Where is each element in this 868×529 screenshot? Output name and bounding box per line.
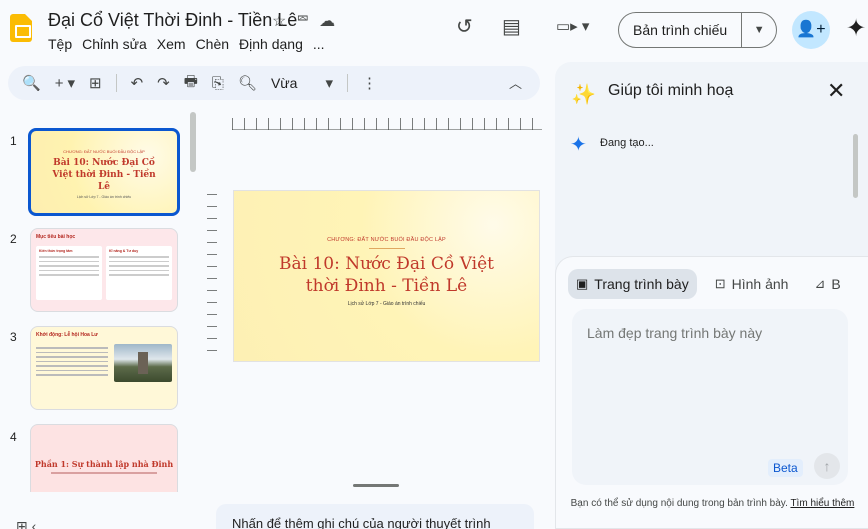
slide-caption[interactable]: Lịch sử Lớp 7 - Giáo án trình chiếu	[234, 301, 539, 307]
slide-title: Khởi động: Lễ hội Hoa Lư	[36, 332, 98, 338]
editing-toolbar: 🔍 + ▾ ⊞ ↶ ↷ 🖶 ⎘ 🔍︎ Vừa ▾ ⋮ ︿	[8, 66, 540, 100]
close-icon[interactable]: ✕	[827, 78, 845, 104]
slide-column-heading: Kĩ năng & Tư duy	[109, 249, 139, 253]
slide-title-line-2[interactable]: thời Đinh - Tiền Lê	[234, 275, 539, 297]
title-actions: ☆ ⮹ ☁	[272, 11, 335, 31]
slide-thumbnail-2[interactable]: Mục tiêu bài học Kiến thức trọng tâm Kĩ …	[30, 228, 178, 312]
temple-photo	[114, 344, 172, 382]
toolbar-divider	[346, 74, 348, 92]
prompt-placeholder: Làm đẹp trang trình bày này	[587, 325, 763, 341]
share-button[interactable]: 👤+	[792, 11, 830, 49]
chip-label: Hình ảnh	[731, 276, 789, 292]
grid-view-icon[interactable]: ⊞ ‹	[16, 518, 36, 529]
zoom-dropdown-icon[interactable]: ▾	[325, 74, 333, 92]
generating-status: Đang tạo...	[600, 137, 654, 149]
chart-icon: ⊿	[814, 276, 826, 291]
image-icon: ⊡	[714, 276, 726, 291]
undo-icon[interactable]: ↶	[131, 74, 144, 92]
app-header: Đại Cổ Việt Thời Đinh - Tiền Lê ☆ ⮹ ☁ Tệ…	[0, 0, 868, 62]
collapse-toolbar-icon[interactable]: ︿	[509, 73, 522, 92]
gemini-icon[interactable]: ✦	[846, 14, 866, 43]
slide-icon: ▣	[576, 276, 589, 291]
chip-chart[interactable]: ⊿ B	[806, 269, 848, 299]
print-icon[interactable]: 🖶	[184, 71, 198, 96]
slide-thumbnail-4[interactable]: Phần 1: Sự thành lập nhà Đinh	[30, 424, 178, 492]
zoom-icon[interactable]: 🔍︎	[238, 74, 257, 92]
slide-divider	[368, 248, 405, 249]
prompt-input[interactable]: Làm đẹp trang trình bày này Beta ↑	[572, 309, 848, 485]
slide-number: 2	[10, 232, 17, 246]
menu-more[interactable]: ...	[313, 36, 325, 52]
gemini-icon: ✦	[570, 134, 587, 156]
chip-label: Trang trình bày	[594, 276, 689, 292]
slide-caption: Lịch sử Lớp 7 - Giáo án trình chiếu	[76, 195, 132, 199]
zoom-select[interactable]: Vừa	[271, 75, 298, 91]
present-button[interactable]: Bản trình chiếu	[619, 13, 743, 47]
chip-slide[interactable]: ▣ Trang trình bày	[568, 269, 697, 299]
vertical-ruler[interactable]	[207, 194, 217, 354]
disclaimer: Bạn có thể sử dụng nội dung trong bản tr…	[556, 497, 868, 510]
slide-number: 3	[10, 330, 17, 344]
present-dropdown-icon[interactable]: ▼	[742, 13, 776, 47]
speaker-notes[interactable]: Nhấn để thêm ghi chú của người thuyết tr…	[216, 504, 534, 529]
slide-title: Mục tiêu bài học	[36, 234, 76, 240]
present-button-group: Bản trình chiếu ▼	[618, 12, 778, 48]
sparkle-icon: ✨	[571, 84, 596, 106]
slide-title: Phần 1: Sự thành lập nhà Đinh	[34, 459, 174, 469]
slides-logo-icon[interactable]	[10, 14, 32, 42]
chip-image[interactable]: ⊡ Hình ảnh	[707, 269, 797, 299]
paint-format-icon[interactable]: ⎘	[212, 75, 224, 92]
menu-file[interactable]: Tệp	[48, 36, 72, 52]
slide-filmstrip[interactable]: 1 CHƯƠNG: ĐẤT NƯỚC BUỔI ĐẦU ĐỘC LẬP Bài …	[0, 112, 200, 492]
layout-icon[interactable]: ⊞	[89, 74, 102, 92]
notes-resize-handle[interactable]	[353, 484, 399, 487]
search-menus-icon[interactable]: 🔍	[22, 74, 41, 92]
slide-thumbnail-3[interactable]: Khởi động: Lễ hội Hoa Lư	[30, 326, 178, 410]
slide-column-heading: Kiến thức trọng tâm	[39, 249, 73, 253]
toolbar-divider	[115, 74, 117, 92]
slide-title-line-1[interactable]: Bài 10: Nước Đại Cồ Việt	[234, 253, 539, 275]
filmstrip-scrollbar[interactable]	[190, 112, 196, 172]
slide-thumbnail-1[interactable]: CHƯƠNG: ĐẤT NƯỚC BUỔI ĐẦU ĐỘC LẬP Bài 10…	[28, 128, 180, 216]
redo-icon[interactable]: ↷	[157, 74, 170, 92]
slide-subtitle: CHƯƠNG: ĐẤT NƯỚC BUỔI ĐẦU ĐỘC LẬP	[63, 149, 145, 154]
menu-edit[interactable]: Chỉnh sửa	[82, 36, 147, 52]
disclaimer-text: Bạn có thể sử dụng nội dung trong bản tr…	[570, 498, 788, 509]
slide-title: Bài 10: Nước Đại Cồ Việt thời Đinh - Tiề…	[52, 158, 156, 192]
beta-badge: Beta	[768, 459, 803, 477]
comments-icon[interactable]: ▤	[502, 14, 521, 39]
menu-insert[interactable]: Chèn	[196, 36, 229, 52]
menu-view[interactable]: Xem	[157, 36, 186, 52]
panel-scrollbar[interactable]	[853, 134, 858, 198]
new-slide-icon[interactable]: +	[55, 75, 64, 92]
current-slide[interactable]: CHƯƠNG: ĐẤT NƯỚC BUỔI ĐẦU ĐỘC LẬP Bài 10…	[233, 190, 540, 362]
meet-camera-icon[interactable]: ▭▸ ▾	[556, 17, 589, 35]
slide-number: 1	[10, 134, 17, 148]
move-to-folder-icon[interactable]: ⮹	[296, 11, 309, 31]
chip-label: B	[831, 276, 841, 292]
version-history-icon[interactable]: ↺	[456, 14, 473, 39]
send-icon[interactable]: ↑	[814, 453, 840, 479]
horizontal-ruler-base	[232, 129, 542, 130]
slide-subtitle[interactable]: CHƯƠNG: ĐẤT NƯỚC BUỔI ĐẦU ĐỘC LẬP	[234, 237, 539, 243]
menu-bar: Tệp Chỉnh sửa Xem Chèn Định dạng ...	[48, 36, 325, 52]
prompt-composer: ▣ Trang trình bày ⊡ Hình ảnh ⊿ B Làm đẹp…	[555, 256, 868, 529]
menu-format[interactable]: Định dạng	[239, 36, 303, 52]
slide-number: 4	[10, 430, 17, 444]
mode-chips: ▣ Trang trình bày ⊡ Hình ảnh ⊿ B	[568, 269, 849, 299]
more-options-icon[interactable]: ⋮	[362, 74, 377, 92]
cloud-status-icon[interactable]: ☁	[319, 11, 335, 31]
panel-title: Giúp tôi minh hoạ	[608, 82, 734, 99]
new-slide-dropdown-icon[interactable]: ▾	[67, 74, 75, 92]
document-title[interactable]: Đại Cổ Việt Thời Đinh - Tiền Lê	[48, 10, 297, 31]
learn-more-link[interactable]: Tìm hiểu thêm	[790, 498, 854, 509]
star-icon[interactable]: ☆	[272, 11, 286, 31]
